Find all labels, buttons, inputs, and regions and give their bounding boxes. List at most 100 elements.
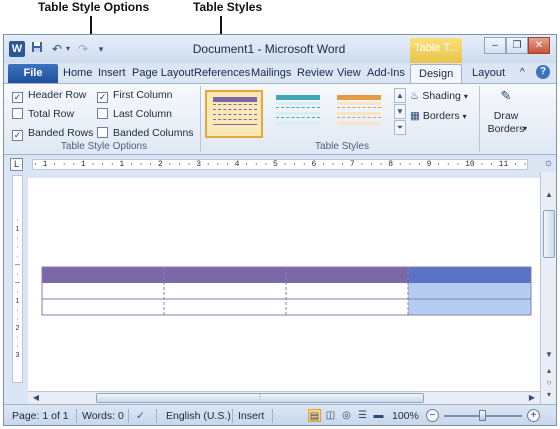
table-header-row[interactable] [42,267,408,283]
table-tools-tab[interactable]: Table T... [410,38,462,63]
ruler-row: L · 1 · · · 1 · · · 1 · · · 2 · · · 3 · … [4,156,556,172]
help-icon[interactable]: ? [536,65,550,79]
scroll-down-icon[interactable]: ▼ [543,348,555,361]
first-column-checkbox[interactable]: ✓ [97,92,108,103]
group-separator [479,86,480,152]
tab-references[interactable]: References [194,67,250,79]
first-column-option[interactable]: ✓ First Column [97,88,173,103]
screenshot-stage: Table Style Options Table Styles W ↶ ▾ ↷… [0,0,560,429]
view-ruler-icon[interactable]: ☼ [542,157,555,170]
vertical-scroll-thumb[interactable] [543,210,555,258]
tab-file[interactable]: File [8,64,58,83]
table-style-thumbnail[interactable] [205,90,263,138]
word-count[interactable]: Words: 0 [82,410,124,422]
undo-dropdown-icon[interactable]: ▾ [64,41,72,57]
horizontal-scroll-thumb[interactable]: ⋮ [96,393,424,403]
window-title: Document1 - Microsoft Word [192,42,346,56]
tab-mailings[interactable]: Mailings [251,67,291,79]
callout-table-styles: Table Styles [193,0,263,14]
scroll-right-icon[interactable]: ▶ [526,392,538,404]
undo-icon[interactable]: ↶ [50,41,64,57]
print-layout-view-icon[interactable]: ▤ [308,409,321,422]
document-table[interactable] [28,178,540,392]
document-page[interactable] [28,178,540,392]
horizontal-scrollbar[interactable]: ◀ ⋮ ▶ [28,391,540,404]
zoom-in-button[interactable]: + [527,409,540,422]
table-header-cell-selected[interactable] [408,267,531,283]
chevron-down-icon[interactable]: ▾ [523,124,527,133]
chevron-down-icon: ▾ [462,112,467,121]
table-styles-group-label: Table Styles [315,141,369,152]
proofing-icon[interactable]: ✓ [136,410,145,422]
chevron-down-icon: ▾ [463,92,468,101]
banded-rows-checkbox[interactable]: ✓ [12,130,23,141]
zoom-level[interactable]: 100% [392,410,419,422]
full-screen-reading-icon[interactable]: ◫ [324,409,337,422]
vertical-ruler[interactable]: · 1 · · · ─ · ─ · 1 · · 2 · · 3 [12,175,23,383]
zoom-slider-thumb[interactable] [479,410,486,421]
callout-table-style-options: Table Style Options [38,0,150,14]
table-cell-selected[interactable] [408,299,531,315]
word-window: W ↶ ▾ ↷ ▾ Document1 - Microsoft Word Tab… [3,34,557,426]
header-row-option[interactable]: ✓ Header Row [12,88,86,103]
outline-view-icon[interactable]: ☰ [356,409,369,422]
borders-button[interactable]: ▦ Borders ▾ [410,108,467,124]
page-count[interactable]: Page: 1 of 1 [12,410,69,422]
scroll-left-icon[interactable]: ◀ [30,392,42,404]
group-separator [200,86,201,152]
thumbnail-preview [213,97,257,131]
gallery-more-icon[interactable]: ⏷ [394,120,406,135]
gallery-scroll-up-icon[interactable]: ▲ [394,88,406,103]
ribbon-panel: ✓ Header Row ✓ First Column Total Row Last… [4,83,556,155]
tab-insert[interactable]: Insert [98,67,126,79]
insert-mode-indicator[interactable]: Insert [238,410,264,422]
table-style-thumbnail[interactable] [270,90,328,138]
banded-columns-checkbox[interactable] [97,127,108,138]
scroll-up-icon[interactable]: ▲ [543,188,555,201]
status-bar: Page: 1 of 1 Words: 0 ✓ English (U.S.) I… [4,404,556,425]
header-row-checkbox[interactable]: ✓ [12,92,23,103]
tab-home[interactable]: Home [63,67,92,79]
thumbnail-preview [337,95,381,129]
web-layout-icon[interactable]: ◎ [340,409,353,422]
minimize-ribbon-icon[interactable]: ^ [520,67,525,78]
title-bar: W ↶ ▾ ↷ ▾ Document1 - Microsoft Word Tab… [4,35,556,63]
customize-toolbar-icon[interactable]: ▾ [96,41,106,57]
redo-icon[interactable]: ↷ [76,41,90,57]
gallery-scroll-down-icon[interactable]: ▼ [394,104,406,119]
tab-selector[interactable]: L [10,158,23,171]
table-style-thumbnail[interactable] [331,90,389,138]
tab-review[interactable]: Review [297,67,333,79]
zoom-out-button[interactable]: − [426,409,439,422]
table-style-options-group-label: Table Style Options [60,141,148,152]
language-indicator[interactable]: English (U.S.) [166,410,231,422]
tab-page-layout[interactable]: Page Layout [132,67,194,79]
last-column-checkbox[interactable] [97,108,108,119]
draw-borders-icon[interactable]: ✎ [496,88,516,106]
draw-borders-label[interactable]: Draw [482,110,530,122]
tab-view[interactable]: View [337,67,361,79]
thumbnail-preview [276,95,320,129]
save-icon[interactable] [30,41,44,57]
tab-add-ins[interactable]: Add-Ins [367,67,405,79]
vertical-scrollbar[interactable]: ▲ ▼ ▴ ○ ▾ [540,172,556,404]
banded-rows-option[interactable]: ✓ Banded Rows [12,126,93,141]
minimize-button[interactable]: – [484,37,506,54]
restore-button[interactable]: ❐ [506,37,528,54]
word-app-icon[interactable]: W [9,41,25,57]
banded-columns-option[interactable]: Banded Columns [97,126,194,141]
horizontal-ruler[interactable]: · 1 · · · 1 · · · 1 · · · 2 · · · 3 · · … [32,159,528,170]
last-column-option[interactable]: Last Column [97,107,172,122]
draft-view-icon[interactable]: ▬ [372,409,385,422]
tab-design[interactable]: Design [410,64,463,83]
paint-bucket-icon: ♨ [410,90,420,102]
ribbon-tabs: File Home Insert Page Layout References … [4,63,556,83]
tab-layout[interactable]: Layout [472,67,505,79]
shading-button[interactable]: ♨ Shading ▾ [410,88,468,104]
next-page-icon[interactable]: ▾ [543,388,555,401]
table-cell-selected[interactable] [408,283,531,299]
borders-icon: ▦ [410,110,420,122]
total-row-checkbox[interactable] [12,108,23,119]
close-button[interactable]: ✕ [528,37,550,54]
total-row-option[interactable]: Total Row [12,107,74,122]
